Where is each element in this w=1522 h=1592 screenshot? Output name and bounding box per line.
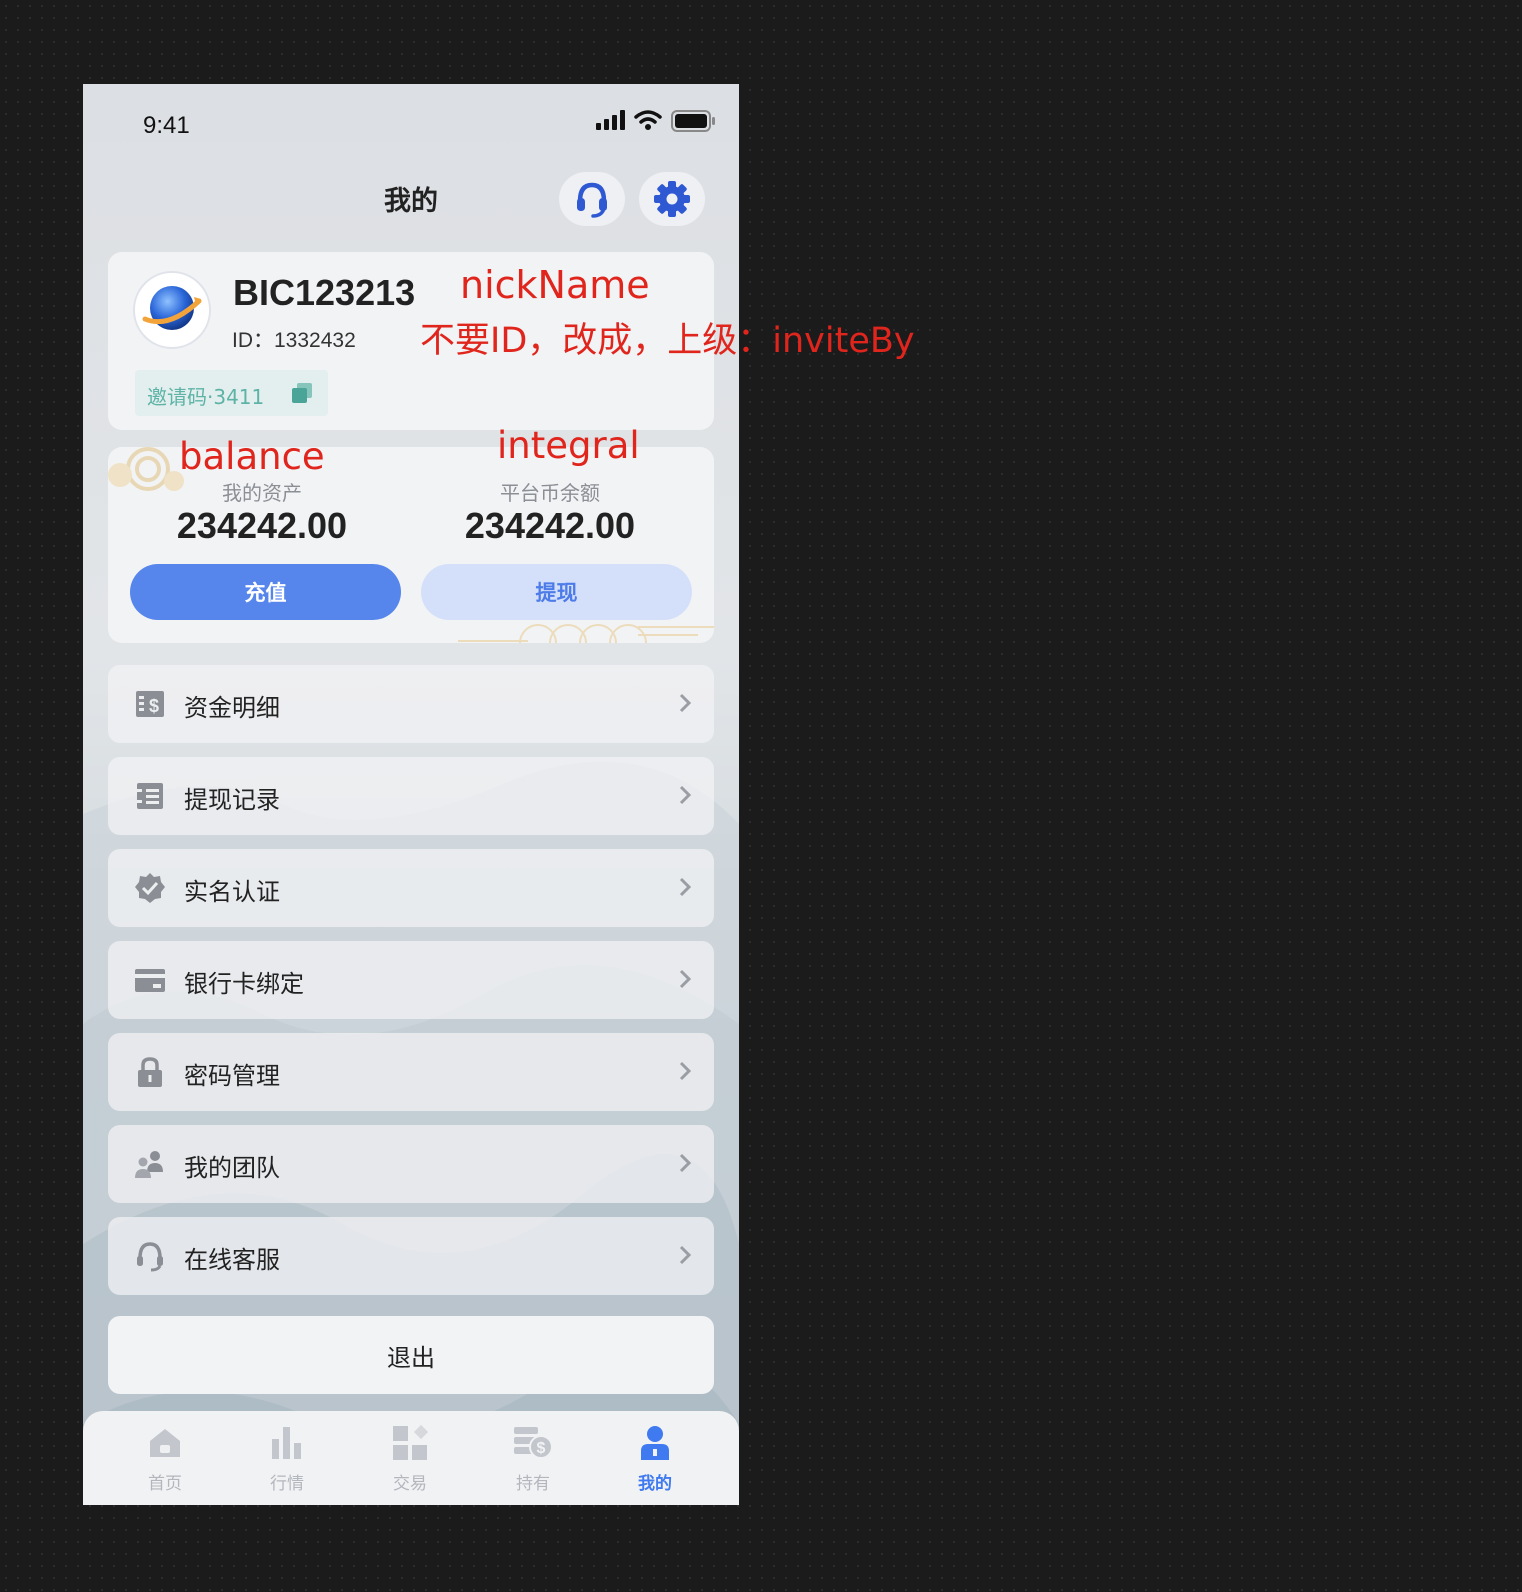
tab-label: 首页 xyxy=(148,1474,182,1494)
menu-item-label: 在线客服 xyxy=(184,1246,280,1274)
annotation-integral: integral xyxy=(497,424,640,467)
home-icon xyxy=(150,1429,180,1457)
headset-icon xyxy=(137,1242,163,1272)
record-list-icon xyxy=(137,783,163,809)
menu-item-withdraw-records[interactable]: 提现记录 xyxy=(108,757,714,835)
menu-item-label: 资金明细 xyxy=(184,694,280,722)
tab-label: 持有 xyxy=(516,1474,550,1494)
menu-item-label: 密码管理 xyxy=(184,1062,280,1090)
menu-item-label: 银行卡绑定 xyxy=(184,970,304,998)
invite-code-text: 邀请码·3411 xyxy=(147,385,265,409)
settings-button[interactable] xyxy=(639,172,705,226)
status-bar: 9:41 xyxy=(83,84,739,164)
chevron-right-icon xyxy=(679,1061,692,1081)
tab-label: 我的 xyxy=(638,1474,672,1494)
chevron-right-icon xyxy=(679,877,692,897)
chevron-right-icon xyxy=(679,1153,692,1173)
headset-icon xyxy=(577,182,607,218)
tab-label: 交易 xyxy=(393,1474,427,1494)
logout-button[interactable]: 退出 xyxy=(108,1316,714,1394)
balance-value: 234242.00 xyxy=(176,505,348,546)
gear-icon xyxy=(654,181,690,217)
bar-chart-icon xyxy=(272,1427,301,1459)
team-icon xyxy=(135,1151,163,1178)
chevron-right-icon xyxy=(679,785,692,805)
menu-item-label: 我的团队 xyxy=(184,1154,280,1182)
customer-service-button[interactable] xyxy=(559,172,625,226)
svg-text:$: $ xyxy=(537,1440,546,1457)
withdraw-button[interactable]: 提现 xyxy=(421,564,692,620)
invite-code-chip[interactable]: 邀请码·3411 xyxy=(135,370,328,416)
recharge-button[interactable]: 充值 xyxy=(130,564,401,620)
svg-text:$: $ xyxy=(149,696,159,716)
holdings-icon: $ xyxy=(514,1427,553,1459)
annotation-balance: balance xyxy=(179,435,325,478)
battery-icon xyxy=(671,110,715,132)
platform-balance-value: 234242.00 xyxy=(464,505,636,546)
avatar xyxy=(133,271,211,349)
bottom-tab-bar: 首页 行情 交易 $ 持有 我的 xyxy=(83,1411,739,1505)
tab-home[interactable]: 首页 xyxy=(115,1425,215,1494)
menu-item-bank-card-binding[interactable]: 银行卡绑定 xyxy=(108,941,714,1019)
chevron-right-icon xyxy=(679,693,692,713)
menu-item-online-service[interactable]: 在线客服 xyxy=(108,1217,714,1295)
signal-icon xyxy=(596,110,625,130)
tab-label: 行情 xyxy=(270,1474,304,1494)
annotation-nickname: nickName xyxy=(460,263,650,307)
balance-label: 我的资产 xyxy=(222,481,302,505)
chevron-right-icon xyxy=(679,969,692,989)
nickname: BIC123213 xyxy=(233,272,416,313)
menu-item-fund-details[interactable]: $ 资金明细 xyxy=(108,665,714,743)
bank-card-icon xyxy=(135,969,165,992)
user-id: ID：1332432 xyxy=(232,329,356,352)
wifi-icon xyxy=(634,110,662,130)
globe-logo-icon xyxy=(142,286,202,330)
menu-item-label: 实名认证 xyxy=(184,878,280,906)
menu-item-password-management[interactable]: 密码管理 xyxy=(108,1033,714,1111)
lock-icon xyxy=(138,1057,162,1087)
menu-item-label: 提现记录 xyxy=(184,786,280,814)
tab-mine[interactable]: 我的 xyxy=(605,1425,705,1494)
menu-item-my-team[interactable]: 我的团队 xyxy=(108,1125,714,1203)
tab-trade[interactable]: 交易 xyxy=(360,1424,460,1494)
annotation-invite-by: 不要ID，改成，上级：inviteBy xyxy=(420,321,915,361)
grid-icon xyxy=(393,1424,429,1460)
dollar-list-icon: $ xyxy=(136,691,164,717)
status-time: 9:41 xyxy=(143,112,190,139)
platform-balance-label: 平台币余额 xyxy=(500,481,600,505)
menu-item-real-name-verification[interactable]: 实名认证 xyxy=(108,849,714,927)
copy-icon[interactable] xyxy=(290,381,314,405)
tab-holdings[interactable]: $ 持有 xyxy=(483,1425,583,1494)
verified-badge-icon xyxy=(135,873,165,903)
user-icon xyxy=(641,1426,669,1460)
tab-market[interactable]: 行情 xyxy=(237,1425,337,1494)
chevron-right-icon xyxy=(679,1245,692,1265)
